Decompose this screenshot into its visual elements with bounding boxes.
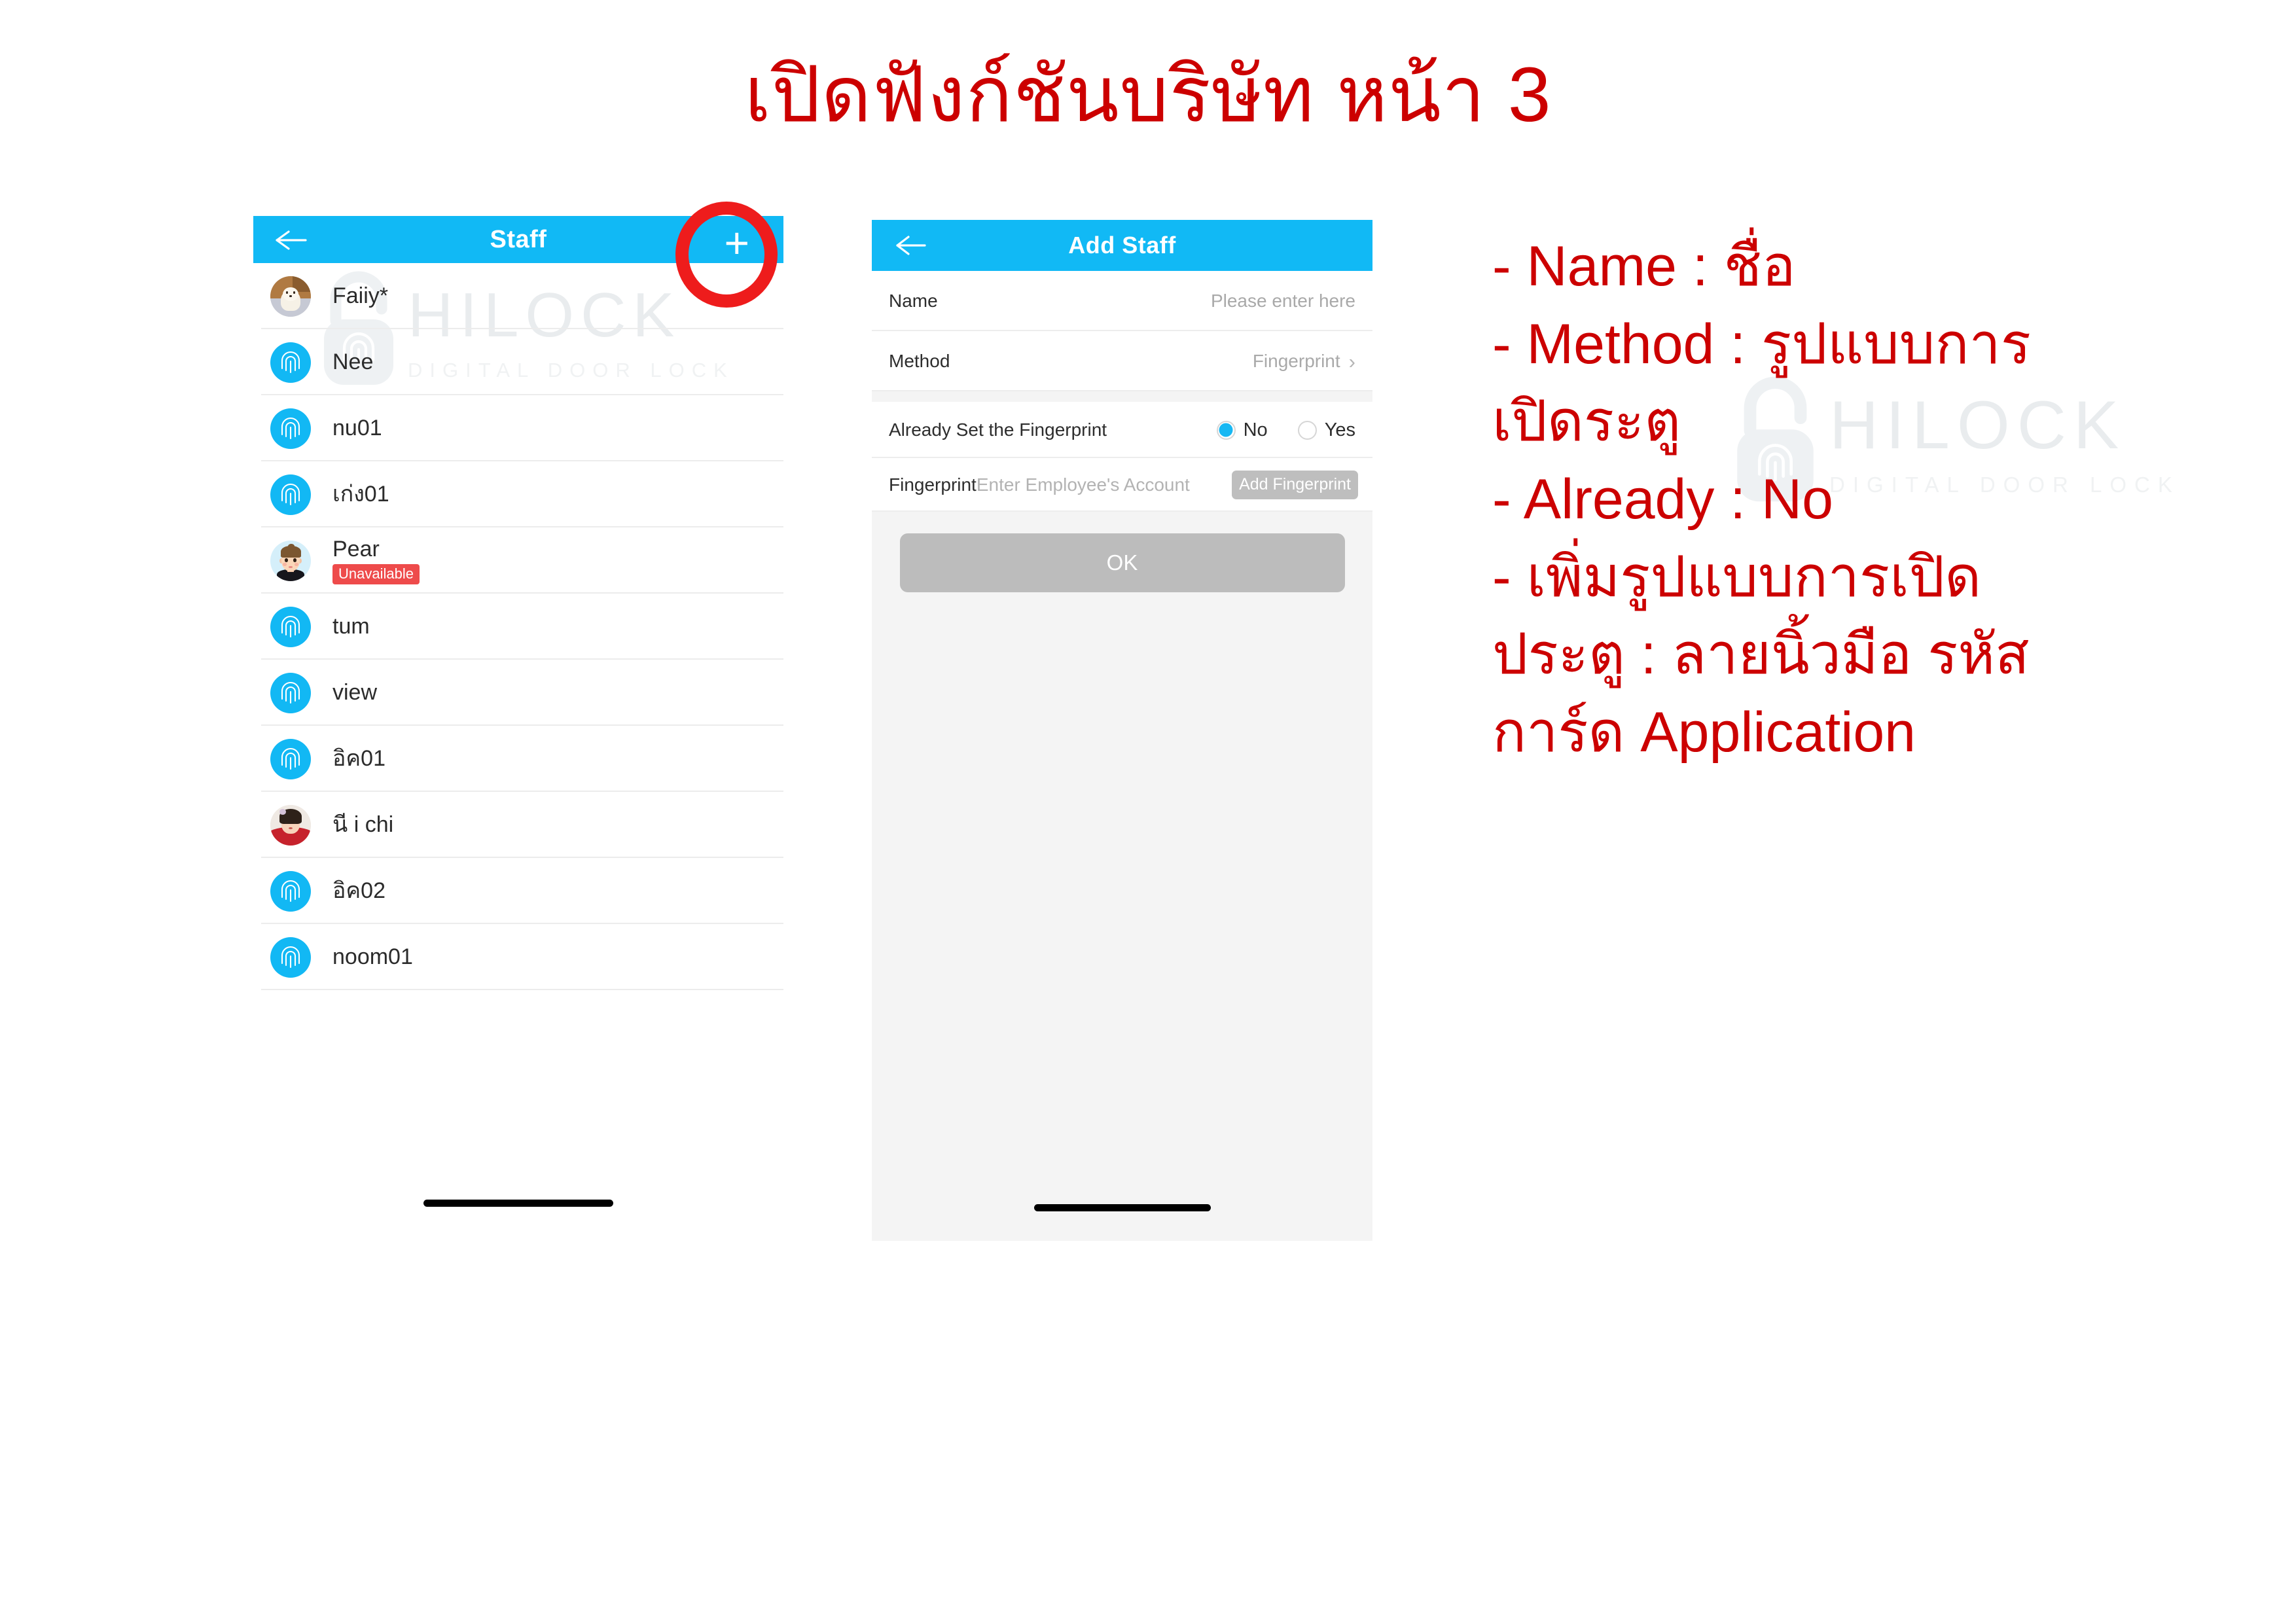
avatar: [270, 408, 311, 449]
annotation-line-4: - Already : No: [1492, 468, 1833, 531]
radio-option-no[interactable]: No: [1216, 419, 1268, 441]
section-gap: [872, 391, 1372, 402]
list-item[interactable]: Pear Unavailable: [253, 527, 783, 594]
fingerprint-icon: [281, 946, 300, 968]
radio-icon-unselected[interactable]: [1297, 420, 1317, 440]
method-row[interactable]: Method Fingerprint ›: [872, 331, 1372, 391]
list-item[interactable]: อิค01: [253, 726, 783, 792]
annotation-line-7: การ์ด Application: [1492, 701, 1916, 764]
avatar: [270, 870, 311, 912]
method-value[interactable]: Fingerprint: [1253, 351, 1340, 372]
radio-icon-selected[interactable]: [1216, 420, 1236, 440]
staff-title: Staff: [490, 225, 547, 253]
add-staff-appbar: Add Staff: [872, 220, 1372, 271]
ok-button[interactable]: OK: [899, 533, 1345, 592]
fingerprint-icon: [281, 615, 300, 637]
list-item[interactable]: อิค02: [253, 858, 783, 924]
list-item-label: อิค01: [332, 746, 386, 772]
list-item[interactable]: view: [253, 660, 783, 726]
list-item-label: เก่ง01: [332, 482, 389, 507]
avatar: [270, 672, 311, 713]
annotation-line-2: - Method : รูปแบบการ: [1492, 312, 2032, 376]
avatar: [270, 936, 311, 978]
avatar: [270, 342, 311, 383]
list-item-label: Pear: [332, 537, 380, 562]
chevron-right-icon[interactable]: ›: [1349, 351, 1355, 372]
back-arrow-icon[interactable]: [272, 228, 311, 252]
avatar: [270, 474, 311, 515]
staff-screen: Staff + HILOCK DIGITAL DOOR LOCK Faiiy* …: [253, 216, 783, 1237]
home-indicator: [1034, 1204, 1211, 1211]
status-badge: Unavailable: [332, 564, 420, 584]
radio-label-yes: Yes: [1324, 419, 1355, 440]
avatar: [270, 540, 311, 581]
list-item-label: Nee: [332, 349, 374, 375]
list-item-label: tum: [332, 614, 370, 639]
list-item-label: nu01: [332, 416, 382, 441]
fingerprint-icon: [281, 681, 300, 704]
list-item[interactable]: เก่ง01: [253, 461, 783, 527]
fingerprint-icon: [281, 351, 300, 373]
fingerprint-icon: [281, 417, 300, 439]
avatar: [270, 738, 311, 779]
name-label: Name: [889, 291, 938, 311]
avatar: [270, 804, 311, 846]
list-item-label: view: [332, 680, 378, 705]
fingerprint-account-input[interactable]: Enter Employee's Account: [977, 474, 1190, 495]
list-item-label: อิค02: [332, 878, 386, 904]
list-item[interactable]: นี i chi: [253, 792, 783, 858]
list-item-label: noom01: [332, 944, 413, 970]
radio-label-no: No: [1243, 419, 1268, 440]
home-indicator: [423, 1200, 613, 1207]
list-item[interactable]: noom01: [253, 924, 783, 990]
method-label: Method: [889, 351, 950, 371]
plus-button-highlight: [675, 202, 778, 308]
avatar: [270, 276, 311, 317]
add-fingerprint-button[interactable]: Add Fingerprint: [1232, 471, 1358, 499]
back-arrow-icon[interactable]: [893, 234, 931, 257]
list-item-label: Faiiy*: [332, 283, 389, 309]
fingerprint-icon: [281, 747, 300, 770]
fingerprint-label: Fingerprint: [889, 474, 977, 495]
add-staff-screen: Add Staff HILOCK DIGITAL DOOR LOCK Name: [872, 220, 1372, 1241]
list-item[interactable]: nu01: [253, 395, 783, 461]
annotation-notes: - Name : ชื่อ - Method : รูปแบบการ เปิดร…: [1492, 228, 2153, 772]
fingerprint-icon: [281, 880, 300, 902]
page-title: เปิดฟังก์ชันบริษัท หน้า 3: [744, 52, 1552, 138]
add-staff-title: Add Staff: [1068, 232, 1176, 259]
annotation-line-5: - เพิ่มรูปแบบการเปิด: [1492, 545, 1982, 609]
staff-list[interactable]: Faiiy* Nee nu01 เก่ง01 Pear Unavailable …: [253, 263, 783, 990]
already-set-radio-group[interactable]: No Yes: [1187, 419, 1355, 441]
radio-option-yes[interactable]: Yes: [1297, 419, 1355, 441]
already-set-label: Already Set the Fingerprint: [889, 419, 1107, 440]
list-item-label: นี i chi: [332, 812, 394, 838]
add-staff-body: OK: [872, 533, 1372, 1241]
already-set-fingerprint-row[interactable]: Already Set the Fingerprint No Yes: [872, 402, 1372, 458]
name-row[interactable]: Name Please enter here: [872, 271, 1372, 331]
avatar: [270, 606, 311, 647]
fingerprint-row[interactable]: Fingerprint Enter Employee's Account Add…: [872, 458, 1372, 512]
list-item[interactable]: Nee: [253, 329, 783, 395]
list-item[interactable]: tum: [253, 594, 783, 660]
annotation-line-3: เปิดระตู: [1492, 390, 1681, 454]
fingerprint-icon: [281, 483, 300, 505]
annotation-line-1: - Name : ชื่อ: [1492, 235, 1796, 298]
name-input[interactable]: Please enter here: [1211, 291, 1355, 312]
annotation-line-6: ประตู : ลายนิ้วมือ รหัส: [1492, 623, 2030, 687]
